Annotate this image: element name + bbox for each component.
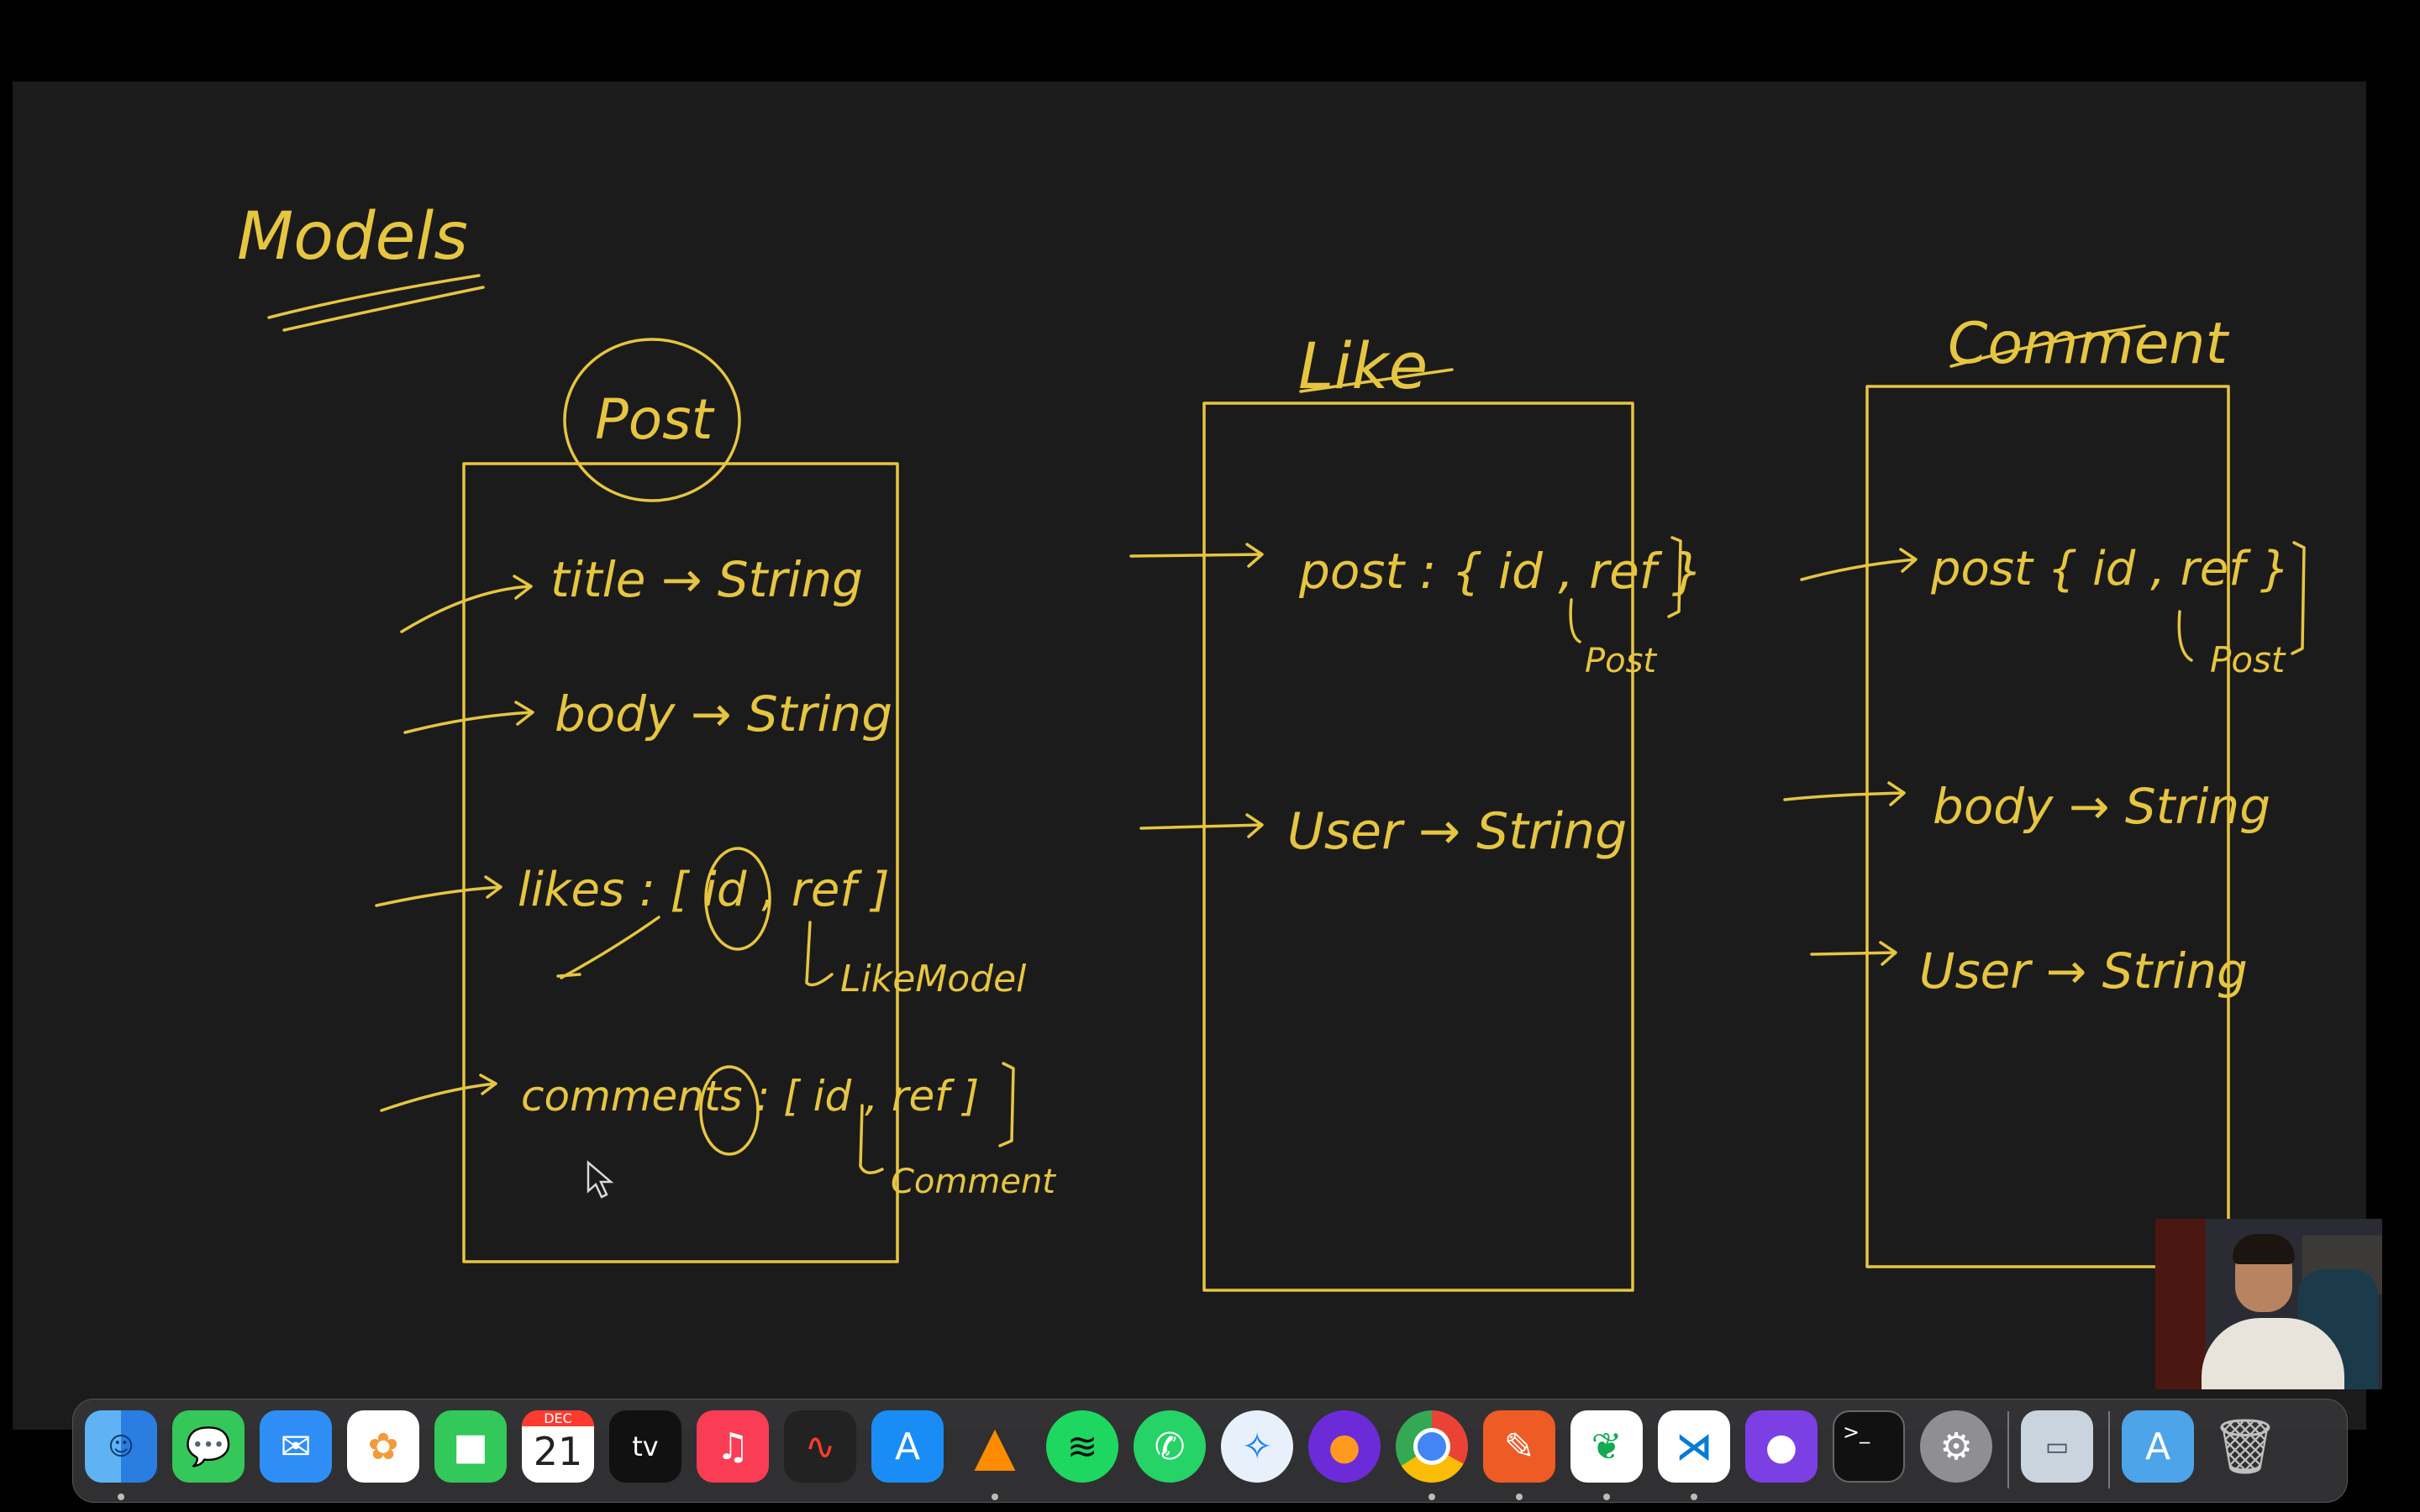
calendar-month: DEC — [522, 1410, 594, 1426]
heading-text: Models — [237, 199, 468, 275]
vscode-icon[interactable]: ⋊ — [1658, 1410, 1730, 1483]
mouse-cursor-icon — [587, 1160, 614, 1199]
vscode-running-indicator — [1691, 1494, 1697, 1500]
trash-icon[interactable]: 🗑 — [2209, 1410, 2281, 1483]
post-field-3: likes : [ id , ref ] — [518, 863, 890, 917]
post-arrow-3 — [375, 875, 502, 907]
finder-running-indicator — [118, 1494, 124, 1500]
comment-ref-note: Post — [2210, 639, 2286, 680]
like-ref-note: Post — [1585, 642, 1657, 680]
facetime-icon[interactable]: ■ — [434, 1410, 507, 1483]
heading-underline-2 — [282, 286, 485, 332]
post-arrow-2 — [403, 701, 534, 734]
terminal-icon[interactable]: >_ — [1833, 1410, 1905, 1483]
github-desktop-icon[interactable]: ● — [1745, 1410, 1818, 1483]
whatsapp-icon[interactable]: ✆ — [1134, 1410, 1206, 1483]
applications-folder-icon[interactable]: A — [2122, 1410, 2194, 1483]
voice-memos-icon[interactable]: ∿ — [784, 1410, 856, 1483]
post-model: Post title → String body → String likes … — [375, 338, 1056, 1263]
post-field-2: body → String — [555, 685, 892, 743]
mongodb-running-indicator — [1603, 1494, 1610, 1500]
chrome-icon[interactable] — [1396, 1410, 1468, 1483]
like-field-1: post : { id , ref } — [1298, 543, 1703, 600]
spotify-icon[interactable]: ≋ — [1046, 1410, 1118, 1483]
photos-icon[interactable]: ✿ — [347, 1410, 419, 1483]
chrome-running-indicator — [1428, 1494, 1435, 1500]
like-model-title: Like — [1298, 328, 1428, 403]
post-arrow-1 — [400, 575, 533, 633]
apple-tv-icon[interactable]: tv — [609, 1410, 681, 1483]
finder-icon[interactable]: ☺ — [85, 1410, 157, 1483]
post-field-1: title → String — [550, 551, 863, 608]
postman-icon[interactable]: ✎ — [1483, 1410, 1555, 1483]
whiteboard-drawing: Models Post title → String body → String… — [237, 199, 2306, 1292]
comment-arrow-1 — [1800, 548, 1918, 581]
calendar-day: 21 — [533, 1429, 583, 1474]
macos-dock: ☺ 💬 ✉ ✿ ■ DEC 21 tv ♫ ∿ A ▲ ≋ ✆ ✧ ● ✎ ❦ … — [72, 1399, 2348, 1503]
vlc-running-indicator — [992, 1494, 998, 1500]
like-arrow-1 — [1129, 543, 1264, 568]
like-field-2: User → String — [1287, 802, 1627, 861]
like-model: Like post : { id , ref } Post User → Str… — [1129, 328, 1703, 1292]
likes-ref-note: LikeModel — [840, 958, 1027, 1000]
comment-model-title: Comment — [1948, 311, 2229, 377]
comment-arrow-2 — [1783, 781, 1906, 806]
calendar-icon[interactable]: DEC 21 — [522, 1410, 594, 1483]
post-arrow-4 — [380, 1074, 497, 1112]
comment-field-2: body → String — [1933, 778, 2270, 835]
safari-icon[interactable]: ✧ — [1221, 1410, 1293, 1483]
comments-ref-note: Comment — [891, 1163, 1056, 1201]
comment-model: Comment post { id , ref } Post body → St… — [1783, 311, 2306, 1268]
dock-separator-2 — [2108, 1411, 2110, 1488]
comment-arrow-3 — [1810, 941, 1897, 966]
mongodb-compass-icon[interactable]: ❦ — [1570, 1410, 1643, 1483]
vlc-icon[interactable]: ▲ — [959, 1410, 1031, 1483]
music-icon[interactable]: ♫ — [697, 1410, 769, 1483]
dock-separator — [2007, 1411, 2009, 1488]
messages-icon[interactable]: 💬 — [172, 1410, 245, 1483]
mail-icon[interactable]: ✉ — [260, 1410, 332, 1483]
comment-field-1: post { id , ref } — [1930, 542, 2290, 596]
post-model-title: Post — [595, 387, 715, 452]
postman-running-indicator — [1516, 1494, 1523, 1500]
webcam-overlay — [2155, 1219, 2382, 1389]
likes-ref-marks — [556, 916, 834, 987]
like-arrow-2 — [1139, 813, 1264, 838]
system-preferences-icon[interactable]: ⚙ — [1920, 1410, 1992, 1483]
preview-icon[interactable]: ▭ — [2021, 1410, 2093, 1483]
comment-field-3: User → String — [1919, 942, 2248, 1000]
firefox-icon[interactable]: ● — [1308, 1410, 1381, 1483]
app-store-icon[interactable]: A — [871, 1410, 944, 1483]
